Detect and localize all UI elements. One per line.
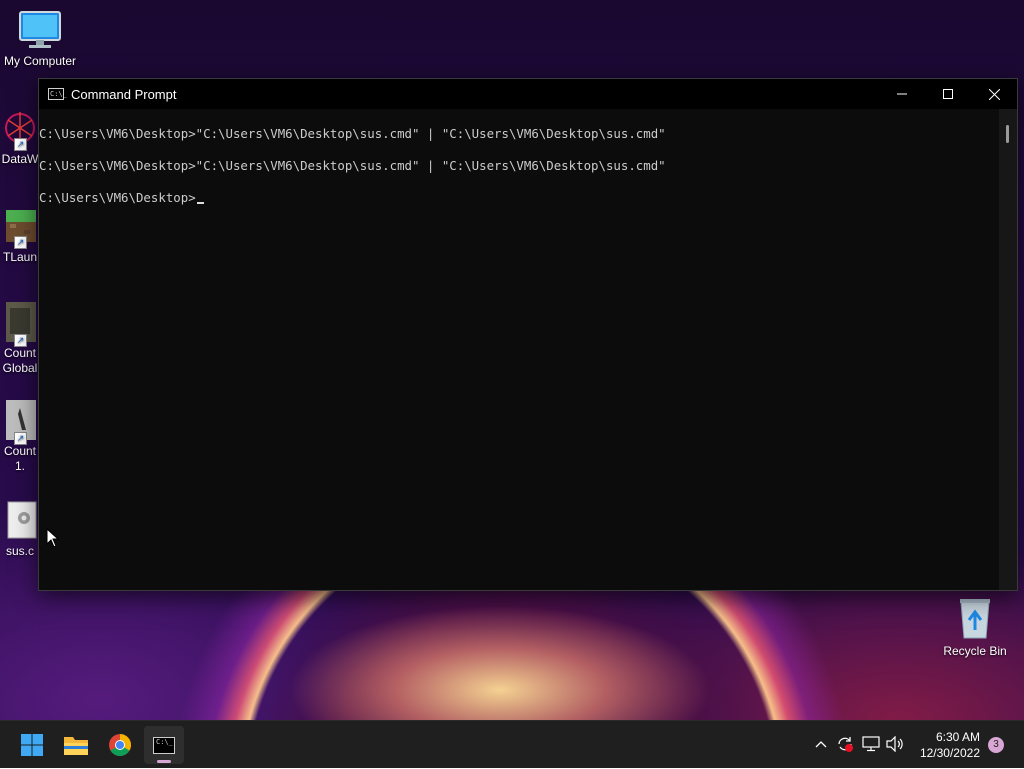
chevron-up-icon <box>815 741 827 748</box>
close-icon <box>988 88 1000 100</box>
taskbar-file-explorer[interactable] <box>56 726 96 764</box>
clock-time: 6:30 AM <box>935 730 980 744</box>
command-prompt-icon: C:\_ <box>48 88 67 100</box>
notification-badge[interactable]: 3 <box>988 737 1004 753</box>
vertical-scrollbar[interactable] <box>999 109 1017 590</box>
shortcut-arrow-icon: ↗ <box>14 138 27 151</box>
speaker-icon <box>886 736 903 752</box>
console-prompt: C:\Users\VM6\Desktop> <box>39 190 196 205</box>
minimize-icon <box>897 93 907 95</box>
taskbar-clock[interactable]: 6:30 AM 12/30/2022 <box>920 729 980 761</box>
window-title: Command Prompt <box>71 86 177 102</box>
minimize-button[interactable] <box>879 79 925 109</box>
sync-status-button[interactable] <box>836 735 854 753</box>
close-button[interactable] <box>971 79 1017 109</box>
maximize-icon <box>943 89 953 99</box>
active-app-indicator <box>157 760 171 763</box>
shortcut-arrow-icon: ↗ <box>14 334 27 347</box>
taskbar: C:\_ 6:30 AM 12/30/2022 3 <box>0 720 1024 768</box>
desktop-icon-recycle-bin[interactable]: Recycle Bin <box>935 596 1015 659</box>
recycle-bin-icon <box>955 596 995 640</box>
desktop: My Computer ↗ DataW ↗ TLaun ↗ Count Glob… <box>0 0 1024 720</box>
mouse-pointer-icon <box>46 527 60 552</box>
network-button[interactable] <box>862 735 880 753</box>
system-tray: 6:30 AM 12/30/2022 3 <box>804 721 1024 769</box>
shortcut-arrow-icon: ↗ <box>14 432 27 445</box>
desktop-icon-my-computer[interactable]: My Computer <box>0 10 80 69</box>
chrome-icon <box>109 734 131 756</box>
minecraft-grass-block-icon: ↗ <box>0 206 40 249</box>
command-prompt-window[interactable]: C:\_ Command Prompt C:\Users\VM6\Desktop… <box>38 78 1018 591</box>
scrollbar-thumb[interactable] <box>1006 125 1009 143</box>
desktop-icon-label: My Computer <box>3 54 77 68</box>
desktop-icon-label: Recycle Bin <box>943 644 1007 658</box>
console-line: C:\Users\VM6\Desktop>"C:\Users\VM6\Deskt… <box>39 158 666 173</box>
batch-file-gear-icon <box>0 500 40 540</box>
taskbar-command-prompt[interactable]: C:\_ <box>144 726 184 764</box>
window-titlebar[interactable]: C:\_ Command Prompt <box>39 79 1017 109</box>
volume-button[interactable] <box>886 735 904 753</box>
counter-strike-icon: ↗ <box>0 302 40 347</box>
text-cursor <box>196 202 204 204</box>
windows-logo-icon <box>21 734 43 756</box>
console-output[interactable]: C:\Users\VM6\Desktop>"C:\Users\VM6\Deskt… <box>39 109 999 590</box>
folder-icon <box>64 737 88 755</box>
sync-error-icon <box>838 737 853 752</box>
show-hidden-icons-button[interactable] <box>812 735 830 753</box>
console-line: C:\Users\VM6\Desktop>"C:\Users\VM6\Deskt… <box>39 126 666 141</box>
shortcut-arrow-icon: ↗ <box>14 236 27 249</box>
command-prompt-icon: C:\_ <box>153 736 175 754</box>
taskbar-chrome[interactable] <box>100 726 140 764</box>
network-icon <box>862 736 880 752</box>
counter-strike-icon: ↗ <box>0 400 40 445</box>
clock-date: 12/30/2022 <box>919 746 980 760</box>
monitor-icon <box>18 10 62 50</box>
start-button[interactable] <box>12 726 52 764</box>
maximize-button[interactable] <box>925 79 971 109</box>
console-prompt-line: C:\Users\VM6\Desktop> <box>39 190 999 206</box>
dataw-app-icon: ↗ <box>0 108 40 151</box>
